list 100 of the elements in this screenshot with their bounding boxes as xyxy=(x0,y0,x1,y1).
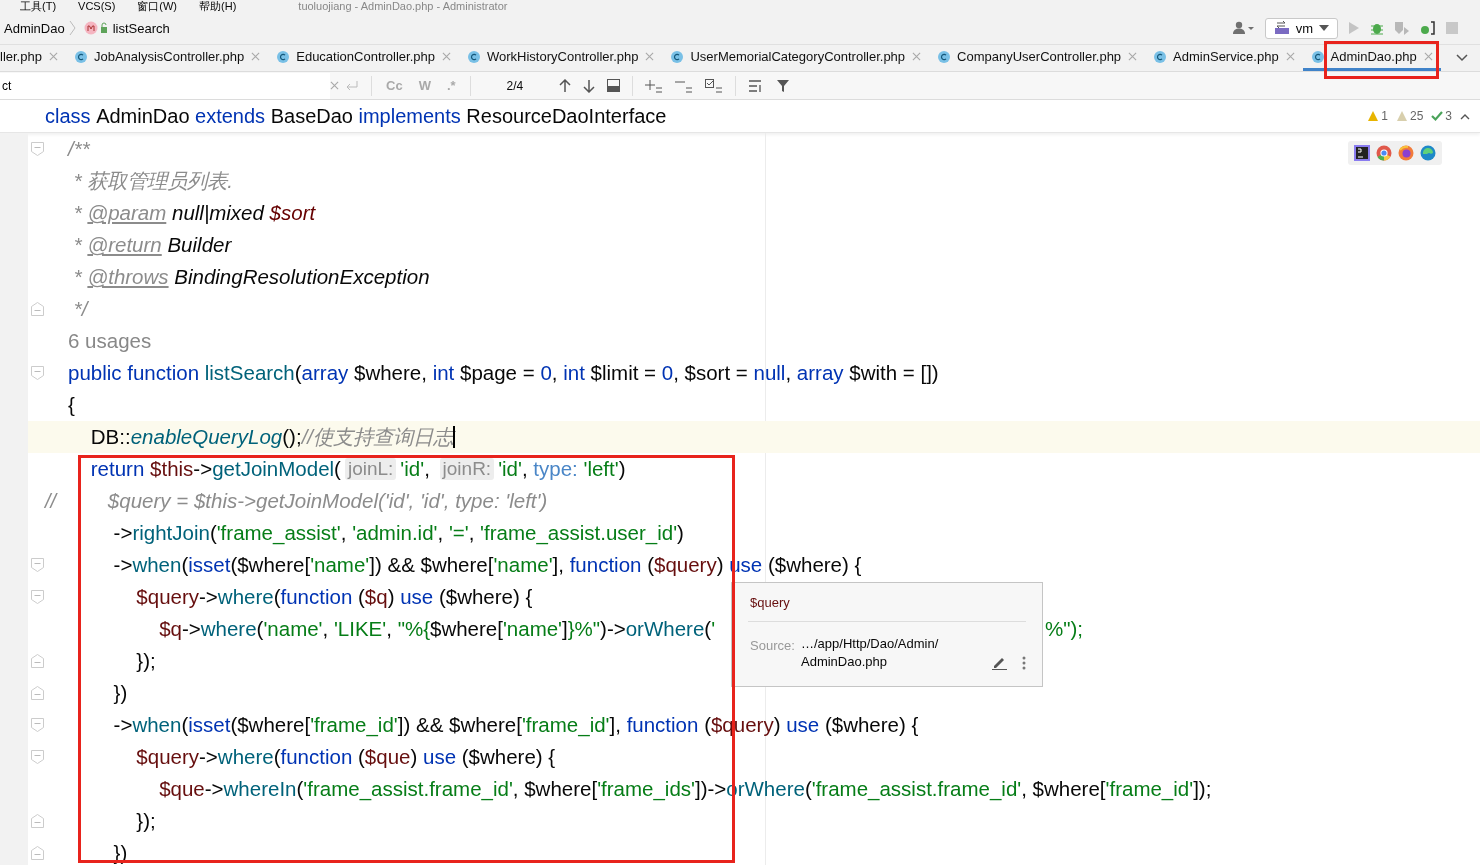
phpstorm-icon[interactable] xyxy=(1354,145,1370,161)
code-token: , xyxy=(386,617,393,641)
close-icon[interactable] xyxy=(330,81,339,90)
shield-icon[interactable] xyxy=(1394,21,1410,35)
menu-item[interactable]: 窗口(W) xyxy=(137,0,178,12)
chevron-up-icon[interactable] xyxy=(1460,112,1470,120)
code-token: 'frame_id' xyxy=(310,713,398,737)
fold-marker[interactable] xyxy=(31,142,44,156)
code-token: $q xyxy=(364,585,388,609)
chevron-down-icon[interactable] xyxy=(1456,54,1468,62)
code-token: orWhere xyxy=(625,617,705,641)
file-tab[interactable]: UserMemorialCategoryController.php xyxy=(662,45,930,71)
menu-item[interactable]: 工具(T) xyxy=(20,0,57,12)
error-icon[interactable] xyxy=(1367,110,1380,122)
search-field[interactable]: ct xyxy=(0,72,330,99)
warning-icon[interactable] xyxy=(1395,110,1408,122)
code-token: $query = $this->getJoinModel('id', 'id', type: 'left') xyxy=(106,489,548,513)
code-token: $que xyxy=(158,777,205,801)
code-token: Builder xyxy=(166,233,232,257)
file-tab[interactable]: CompanyUserController.php xyxy=(929,45,1146,71)
fold-marker[interactable] xyxy=(31,846,44,860)
code-token: @return xyxy=(87,233,162,257)
profiler-icon[interactable] xyxy=(1420,21,1436,35)
code-token: 'id' xyxy=(498,457,522,481)
file-tab[interactable]: AdminService.php xyxy=(1145,45,1303,71)
code-token: ( xyxy=(256,617,264,641)
code-token: @throws xyxy=(87,265,169,289)
more-icon[interactable] xyxy=(1022,656,1026,670)
fold-marker[interactable] xyxy=(31,590,44,604)
edge-icon[interactable] xyxy=(1420,145,1436,161)
code-token: isset xyxy=(188,713,231,737)
code-token: ( xyxy=(296,777,304,800)
inspection-count[interactable]: 1 xyxy=(1381,109,1388,123)
close-icon[interactable] xyxy=(442,52,451,61)
select-all-icon[interactable] xyxy=(705,78,724,93)
breadcrumb-item[interactable]: listSearch xyxy=(112,20,170,36)
remove-occurrence-icon[interactable] xyxy=(675,78,694,93)
code-token: , xyxy=(424,457,431,481)
code-token: { xyxy=(68,393,75,417)
code-token: ( xyxy=(294,361,302,385)
run-config-dropdown[interactable]: vm xyxy=(1264,17,1338,39)
typo-icon[interactable] xyxy=(1431,110,1444,122)
code-token: $with = []) xyxy=(849,361,939,385)
inspection-count[interactable]: 3 xyxy=(1445,109,1452,123)
code-token: use xyxy=(786,713,821,737)
user-icon[interactable] xyxy=(1232,21,1255,35)
code-token: :: xyxy=(119,425,131,449)
fold-marker[interactable] xyxy=(31,686,44,700)
code-token: ) xyxy=(387,585,396,609)
breadcrumb-item[interactable]: AdminDao xyxy=(4,20,65,36)
close-icon[interactable] xyxy=(251,52,261,61)
fold-marker[interactable] xyxy=(31,718,44,732)
close-icon[interactable] xyxy=(1285,52,1295,61)
enter-icon[interactable] xyxy=(345,79,359,92)
code-token: 'id' xyxy=(400,457,425,481)
code-token: * 获取管理员列表. xyxy=(72,168,234,194)
file-tab[interactable]: EducationController.php xyxy=(268,45,459,71)
code-token: 'name' xyxy=(310,553,370,577)
code-token: -> xyxy=(204,777,224,801)
fold-marker[interactable] xyxy=(31,814,44,828)
chrome-icon[interactable] xyxy=(1376,145,1392,161)
fold-marker[interactable] xyxy=(31,366,44,380)
file-tab[interactable]: WorkHistoryController.php xyxy=(459,45,663,71)
arrow-down-icon[interactable] xyxy=(583,78,596,93)
close-icon[interactable] xyxy=(645,52,655,61)
close-icon[interactable] xyxy=(1423,52,1433,61)
fold-marker[interactable] xyxy=(31,750,44,764)
code-token: where xyxy=(200,617,257,641)
fold-marker[interactable] xyxy=(31,558,44,572)
code-token: ( xyxy=(181,553,189,577)
code-token: type: xyxy=(533,457,579,481)
file-tab[interactable]: ller.php xyxy=(0,45,66,71)
window-icon[interactable] xyxy=(607,79,621,92)
code-token: 'left' xyxy=(583,457,619,481)
code-token: , xyxy=(551,361,559,385)
add-occurrence-icon[interactable] xyxy=(645,78,664,93)
window-title: tuoluojiang - AdminDao.php - Administrator xyxy=(298,0,508,12)
source-path: …/app/Http/Dao/Admin/ xyxy=(801,635,939,653)
close-icon[interactable] xyxy=(48,52,58,61)
inspection-count[interactable]: 25 xyxy=(1409,109,1424,123)
code-token: }) xyxy=(112,681,128,705)
code-token: $query xyxy=(654,553,717,577)
code-token: ( xyxy=(273,745,281,769)
filter-icon[interactable] xyxy=(776,78,791,93)
firefox-icon[interactable] xyxy=(1398,145,1414,161)
code-token: whereIn xyxy=(223,777,297,801)
pencil-icon[interactable] xyxy=(992,656,1007,670)
run-icon[interactable] xyxy=(1348,21,1360,35)
fold-marker[interactable] xyxy=(31,302,44,316)
close-icon[interactable] xyxy=(1128,52,1138,61)
fold-marker[interactable] xyxy=(31,654,44,668)
code-token: ]) && $where[ xyxy=(369,553,494,577)
menu-item[interactable]: 帮助(H) xyxy=(199,0,237,12)
close-icon[interactable] xyxy=(912,52,922,61)
code-token: ( xyxy=(647,553,654,577)
code-token: where xyxy=(217,585,274,609)
menu-item[interactable]: VCS(S) xyxy=(78,0,116,12)
bug-icon[interactable] xyxy=(1370,21,1384,35)
arrow-up-icon[interactable] xyxy=(559,78,572,93)
file-tab[interactable]: JobAnalysisController.php xyxy=(65,45,269,71)
